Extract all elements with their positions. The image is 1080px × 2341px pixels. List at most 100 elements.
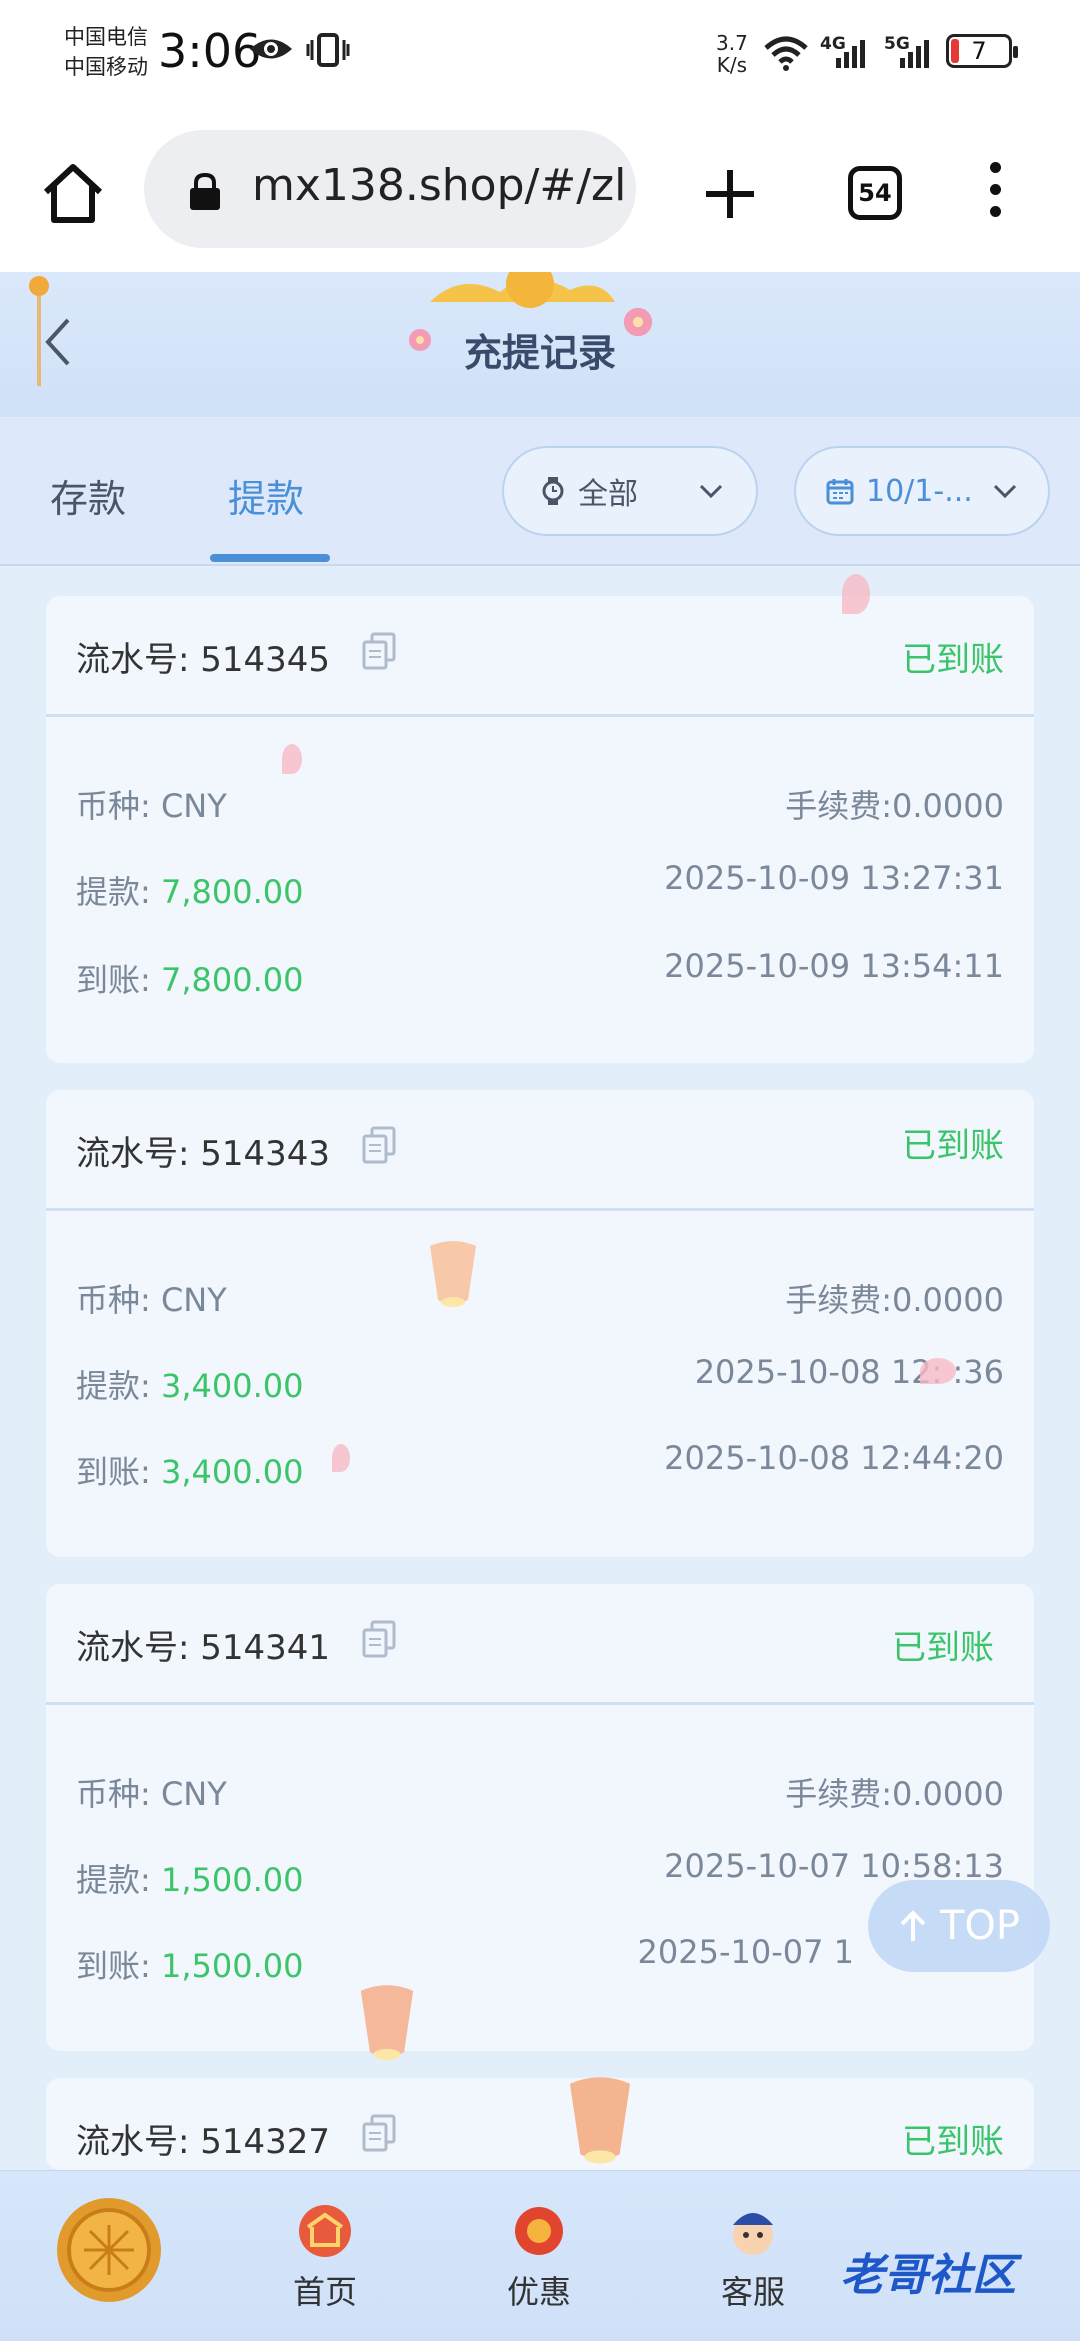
nav-support-label: 客服 bbox=[720, 2273, 785, 2311]
net-speed-unit: K/s bbox=[716, 53, 748, 77]
received-label: 到账: bbox=[76, 1453, 161, 1491]
status-badge: 已到账 bbox=[902, 1126, 1004, 1166]
record-header: 流水号: 514343 已到账 bbox=[46, 1090, 1034, 1211]
page-title: 充提记录 bbox=[463, 331, 616, 375]
record-header: 流水号: 514341 已到账 bbox=[46, 1584, 1034, 1705]
carrier-1: 中国电信 bbox=[64, 25, 148, 49]
arrow-up-icon bbox=[900, 1910, 926, 1941]
received-amount: 7,800.00 bbox=[160, 961, 304, 999]
nav-home[interactable]: 首页 bbox=[260, 2203, 390, 2313]
customer-service-icon bbox=[733, 2213, 773, 2255]
chevron-down-icon bbox=[699, 484, 723, 499]
withdraw-label: 提款: bbox=[76, 1861, 161, 1899]
status-badge: 已到账 bbox=[892, 1628, 994, 1668]
scroll-top-label: TOP bbox=[939, 1903, 1021, 1949]
withdraw-amount-row: 提款: 3,400.00 bbox=[76, 1361, 303, 1407]
browser-toolbar: mx138.shop/#/zl 54 bbox=[0, 110, 1080, 273]
serial-number: 流水号: 514345 bbox=[76, 640, 331, 680]
date-filter-label: 10/1-... bbox=[866, 473, 973, 509]
home-icon bbox=[299, 2205, 351, 2257]
tab-withdraw[interactable]: 提款 bbox=[228, 468, 304, 523]
watermark-logo: 老哥社区 bbox=[840, 2250, 1016, 2301]
tab-deposit[interactable]: 存款 bbox=[50, 468, 126, 523]
chevron-down-icon bbox=[993, 484, 1017, 499]
withdraw-amount: 1,500.00 bbox=[160, 1861, 304, 1899]
received-time: 2025-10-09 13:54:11 bbox=[664, 947, 1004, 985]
tab-switcher-button[interactable]: 54 bbox=[848, 166, 902, 220]
withdraw-record-card: 流水号: 514345 已到账 币种: CNY 手续费:0.0000 提款: 7… bbox=[46, 596, 1034, 1063]
petal-decoration bbox=[920, 1358, 956, 1384]
copy-icon[interactable] bbox=[362, 1620, 396, 1658]
received-amount-row: 到账: 3,400.00 bbox=[76, 1447, 303, 1493]
withdraw-label: 提款: bbox=[76, 1367, 161, 1405]
received-time: 2025-10-08 12:44:20 bbox=[664, 1439, 1004, 1477]
eye-icon bbox=[250, 39, 292, 59]
clock: 3:06 bbox=[158, 24, 262, 78]
lantern-decoration bbox=[360, 1985, 414, 2061]
nav-promotions[interactable]: 优惠 bbox=[474, 2203, 604, 2313]
signal-2-bars bbox=[900, 36, 929, 68]
scroll-top-button[interactable]: TOP bbox=[868, 1880, 1050, 1972]
carrier-2: 中国移动 bbox=[64, 55, 148, 79]
received-amount: 1,500.00 bbox=[160, 1947, 304, 1985]
lantern-decoration bbox=[430, 1241, 476, 1307]
withdraw-record-card: 流水号: 514327 已到账 bbox=[46, 2078, 1034, 2170]
signal-1-bars bbox=[836, 36, 865, 68]
petal-decoration bbox=[282, 744, 302, 774]
more-menu-button[interactable] bbox=[980, 162, 1010, 226]
battery-indicator: 7 bbox=[946, 34, 1018, 68]
currency: 币种: CNY bbox=[76, 787, 227, 825]
fee: 手续费:0.0000 bbox=[785, 1775, 1004, 1813]
copy-icon[interactable] bbox=[362, 632, 396, 670]
address-bar[interactable]: mx138.shop/#/zl bbox=[144, 130, 636, 248]
record-header: 流水号: 514345 已到账 bbox=[46, 596, 1034, 717]
status-badge: 已到账 bbox=[902, 640, 1004, 680]
serial-number: 流水号: 514343 bbox=[76, 1134, 331, 1174]
battery-level: 7 bbox=[971, 37, 987, 65]
copy-icon[interactable] bbox=[362, 1126, 396, 1164]
record-body: 币种: CNY 手续费:0.0000 提款: 1,500.00 2025-10-… bbox=[46, 1705, 1034, 2051]
withdraw-time: 2025-10-08 12: :36 bbox=[694, 1353, 1004, 1391]
petal-decoration bbox=[842, 574, 870, 614]
fee: 手续费:0.0000 bbox=[785, 787, 1004, 825]
net-speed: 3.7 K/s bbox=[716, 32, 748, 76]
cloud-decoration bbox=[430, 272, 615, 308]
nav-support[interactable]: 客服 bbox=[688, 2203, 818, 2313]
mooncake-icon[interactable] bbox=[54, 2195, 164, 2305]
vibrate-icon bbox=[306, 33, 350, 67]
nav-home-label: 首页 bbox=[292, 2273, 357, 2311]
withdraw-amount: 7,800.00 bbox=[160, 873, 304, 911]
received-amount-row: 到账: 7,800.00 bbox=[76, 955, 303, 1001]
new-tab-button[interactable] bbox=[700, 164, 760, 224]
record-body: 币种: CNY 手续费:0.0000 提款: 3,400.00 2025-10-… bbox=[46, 1211, 1034, 1557]
date-filter-dropdown[interactable]: 10/1-... bbox=[794, 446, 1050, 536]
withdraw-record-card: 流水号: 514341 已到账 币种: CNY 手续费:0.0000 提款: 1… bbox=[46, 1584, 1034, 2051]
currency: 币种: CNY bbox=[76, 1281, 227, 1319]
withdraw-time: 2025-10-09 13:27:31 bbox=[664, 859, 1004, 897]
carrier-info: 中国电信 中国移动 bbox=[64, 22, 148, 82]
serial-number: 流水号: 514327 bbox=[76, 2122, 331, 2162]
copy-icon[interactable] bbox=[362, 2114, 396, 2152]
lock-icon bbox=[190, 172, 220, 210]
url-text: mx138.shop/#/zl bbox=[252, 160, 627, 211]
received-time: 2025-10-07 1 bbox=[637, 1933, 855, 1971]
withdraw-amount-row: 提款: 7,800.00 bbox=[76, 867, 303, 913]
received-label: 到账: bbox=[76, 961, 161, 999]
app-header: 充提记录 bbox=[0, 272, 1080, 417]
type-filter-dropdown[interactable]: 全部 bbox=[502, 446, 758, 536]
withdraw-amount: 3,400.00 bbox=[160, 1367, 304, 1405]
withdraw-label: 提款: bbox=[76, 873, 161, 911]
status-bar: 中国电信 中国移动 3:06 3.7 K/s 4G 5G 7 bbox=[0, 0, 1080, 110]
received-amount-row: 到账: 1,500.00 bbox=[76, 1941, 303, 1987]
status-badge: 已到账 bbox=[902, 2122, 1004, 2162]
calendar-icon bbox=[826, 479, 854, 505]
gift-icon bbox=[515, 2207, 563, 2255]
home-button[interactable] bbox=[38, 158, 108, 228]
wifi-icon bbox=[764, 36, 808, 71]
bottom-navigation: 首页 优惠 客服 老哥社区 bbox=[0, 2170, 1080, 2341]
type-filter-label: 全部 bbox=[578, 477, 638, 512]
petal-decoration bbox=[332, 1444, 350, 1472]
fee: 手续费:0.0000 bbox=[785, 1281, 1004, 1319]
record-body: 币种: CNY 手续费:0.0000 提款: 7,800.00 2025-10-… bbox=[46, 717, 1034, 1063]
received-label: 到账: bbox=[76, 1947, 161, 1985]
